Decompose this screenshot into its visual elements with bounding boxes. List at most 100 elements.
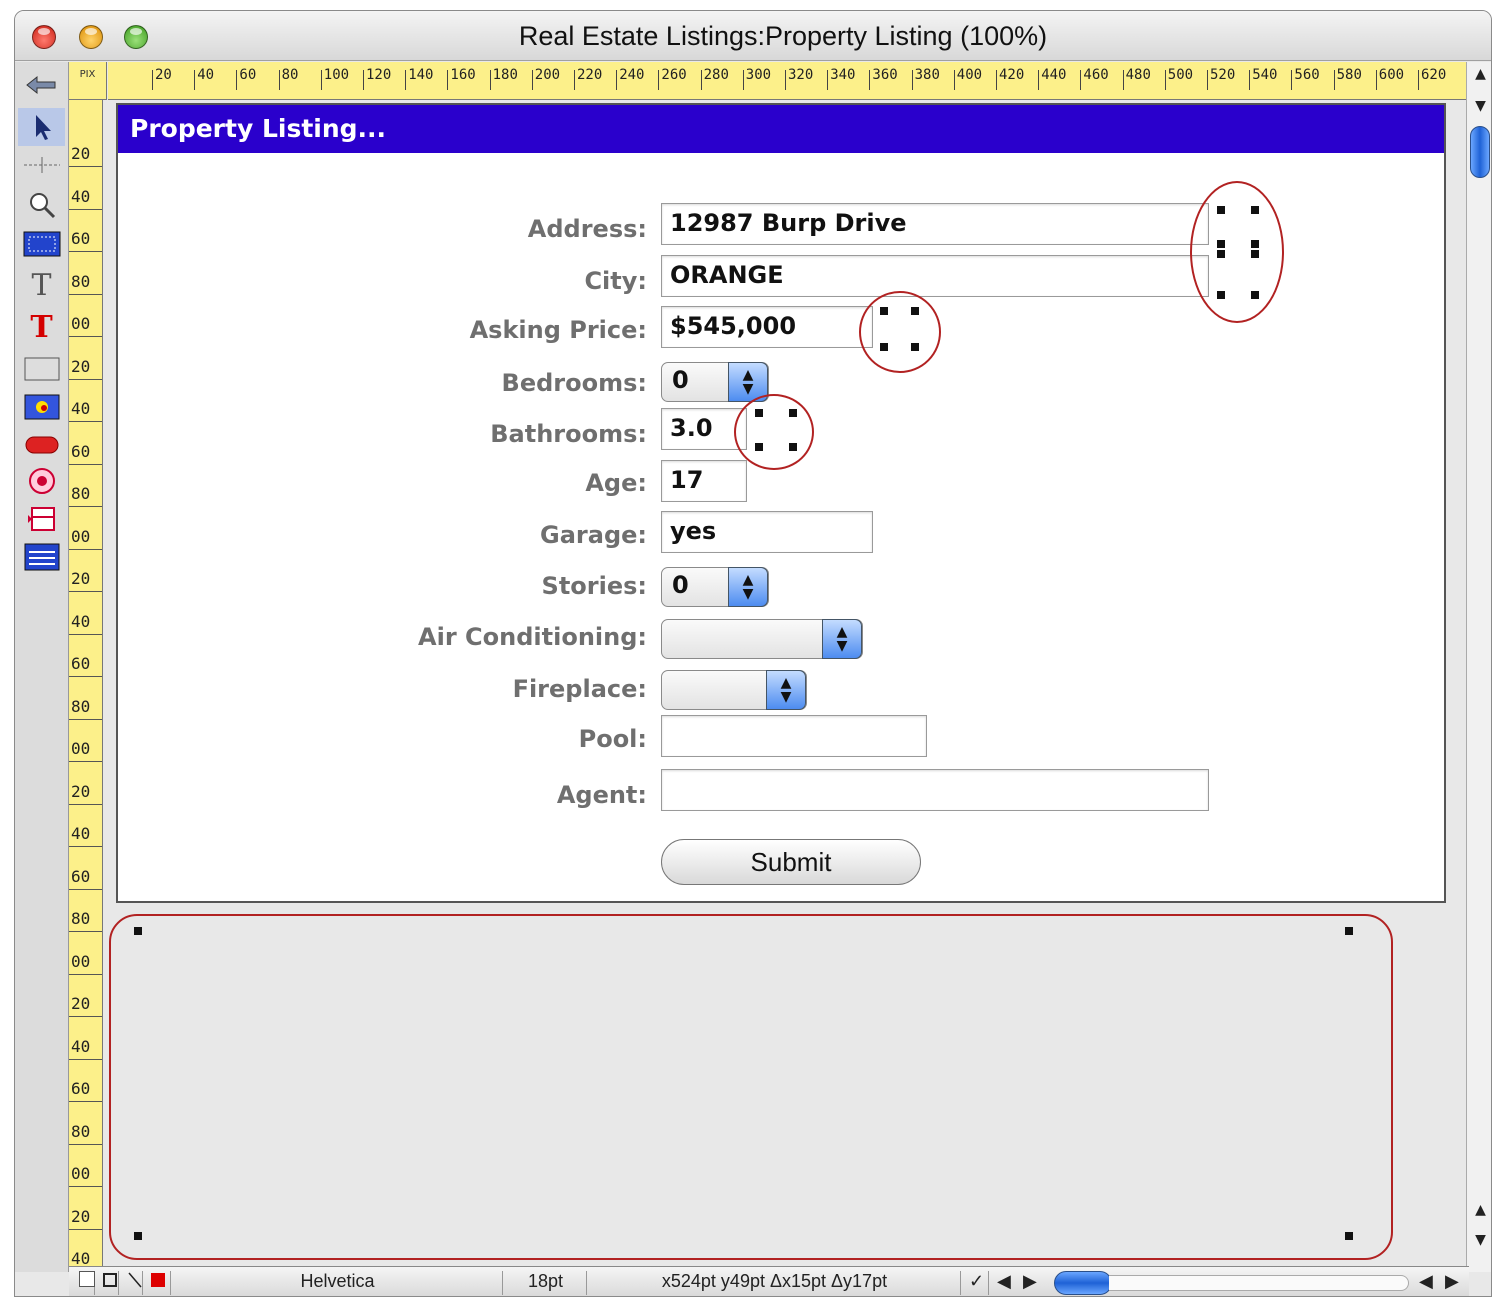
ruler-tick-label: 80: [71, 1121, 91, 1141]
fireplace-popup[interactable]: ▲ ▼: [661, 670, 807, 710]
window: Real Estate Listings:Property Listing (1…: [14, 10, 1492, 1297]
font-size[interactable]: 18pt: [505, 1271, 587, 1295]
popup-menu-tool-icon[interactable]: [18, 500, 65, 538]
scroll-left-icon[interactable]: ◀: [1413, 1271, 1439, 1295]
flash-art-tool-icon[interactable]: [18, 388, 65, 426]
address-field[interactable]: 12987 Burp Drive: [661, 203, 1209, 245]
color-swatch[interactable]: [145, 1271, 171, 1295]
age-field[interactable]: 17: [661, 460, 747, 502]
magnifier-tool-icon[interactable]: [18, 186, 65, 224]
scroll-up-icon[interactable]: ▲: [1467, 66, 1491, 88]
ruler-tick: [236, 70, 238, 90]
address-label: Address:: [527, 215, 647, 243]
agent-field[interactable]: [661, 769, 1209, 811]
ruler-tick-label: 60: [71, 654, 91, 673]
bedrooms-label: Bedrooms:: [501, 369, 647, 397]
ruler-tick-label: 20: [71, 781, 91, 801]
pool-field[interactable]: [661, 715, 927, 757]
arrow-tool-icon[interactable]: [18, 108, 65, 146]
ruler-tick-label: 40: [197, 67, 215, 83]
ruler-tick: [1038, 70, 1040, 90]
ruler-tick: [1333, 70, 1335, 90]
ruler-tick-label: 80: [71, 909, 91, 928]
scroll-down-icon[interactable]: ▼: [1467, 1232, 1491, 1254]
status-bar: Helvetica 18pt x524pt y49pt Δx15pt Δy17p…: [69, 1266, 1469, 1296]
scroll-thumb[interactable]: [1470, 126, 1490, 178]
ruler-tick: [742, 70, 744, 90]
graphics-mode-icon[interactable]: [18, 66, 65, 104]
ruler-tick-label: 220: [577, 67, 603, 83]
asking-price-field[interactable]: $545,000: [661, 306, 873, 348]
data-cell-tool-icon[interactable]: [18, 225, 65, 263]
horizontal-scroll-thumb[interactable]: [1054, 1271, 1112, 1295]
ruler-tick: [69, 1186, 102, 1187]
text-display-tool-icon[interactable]: T: [18, 308, 65, 346]
air-conditioning-popup[interactable]: ▲ ▼: [661, 619, 863, 659]
ruler-tick-label: 600: [1378, 67, 1405, 83]
vertical-scrollbar[interactable]: ▲ ▼ ▲ ▼: [1466, 62, 1491, 1272]
coordinate-readout: x524pt y49pt Δx15pt Δy17pt: [589, 1271, 961, 1295]
ruler-tick: [69, 591, 102, 592]
scroll-left-icon[interactable]: ◀: [991, 1271, 1017, 1295]
scroll-up-icon[interactable]: ▲: [1467, 1202, 1491, 1224]
ruler-tick: [69, 676, 102, 677]
radio-button-tool-icon[interactable]: [18, 462, 65, 500]
air-conditioning-label: Air Conditioning:: [418, 623, 647, 651]
ruler-tick: [1375, 70, 1377, 90]
city-field[interactable]: ORANGE: [661, 255, 1209, 297]
empty-object-outline: [109, 914, 1393, 1260]
line-tool-icon[interactable]: [121, 1271, 143, 1295]
bedrooms-popup[interactable]: 0 ▲ ▼: [661, 362, 769, 402]
ruler-tick: [69, 633, 102, 635]
ruler-tick-label: 40: [71, 611, 91, 631]
ruler-tick: [69, 548, 102, 550]
ruler-tick-label: 40: [71, 1036, 91, 1056]
ruler-tick: [363, 70, 364, 90]
submit-button[interactable]: Submit: [661, 839, 921, 885]
ruler-unit-label[interactable]: PIX: [69, 62, 107, 100]
ruler-tick-label: 580: [1336, 67, 1362, 83]
selection-handle[interactable]: [1345, 1232, 1353, 1240]
stories-popup[interactable]: 0 ▲ ▼: [661, 567, 769, 607]
border-style-icon[interactable]: [97, 1271, 119, 1295]
ruler-tick-label: 20: [155, 67, 172, 83]
text-tool-icon[interactable]: T: [18, 266, 65, 304]
scroll-right-icon[interactable]: ▶: [1017, 1271, 1043, 1295]
selection-handle[interactable]: [1345, 927, 1353, 935]
ruler-tick: [1291, 70, 1293, 90]
ruler-tick: [447, 70, 449, 90]
list-tool-icon[interactable]: [18, 538, 65, 576]
ruler-tick-label: 40: [71, 824, 91, 843]
ruler-tick-label: 60: [71, 866, 91, 886]
ruler-tick: [69, 973, 102, 975]
horizontal-scroll-track[interactable]: [1109, 1275, 1409, 1291]
selection-handle[interactable]: [134, 927, 142, 935]
ruler-tick-label: 320: [788, 67, 814, 83]
font-name[interactable]: Helvetica: [173, 1271, 503, 1295]
ruler-tick-label: 500: [1167, 67, 1194, 83]
ruler-tick-label: 20: [71, 1206, 91, 1226]
selection-handle[interactable]: [134, 1232, 142, 1240]
annotation-circle: [859, 291, 941, 373]
bathrooms-label: Bathrooms:: [490, 420, 647, 448]
scroll-down-icon[interactable]: ▼: [1467, 98, 1491, 120]
ruler-tick-label: 260: [661, 67, 687, 83]
crosshair-tool-icon[interactable]: [18, 146, 65, 184]
scroll-right-icon[interactable]: ▶: [1439, 1271, 1465, 1295]
ruler-tick: [69, 1058, 102, 1060]
ruler-tick: [1164, 70, 1166, 90]
check-icon[interactable]: ✓: [963, 1271, 989, 1295]
ruler-tick: [1249, 70, 1251, 90]
title-bar[interactable]: Real Estate Listings:Property Listing (1…: [15, 11, 1491, 61]
ruler-tick: [1418, 70, 1419, 90]
ruler-tick: [574, 70, 575, 90]
ruler-tick-label: 20: [71, 356, 91, 376]
ruler-tick-label: 340: [830, 67, 856, 83]
ruler-tick-label: 80: [71, 696, 91, 716]
garage-field[interactable]: yes: [661, 511, 873, 553]
stories-value: 0: [672, 571, 689, 599]
ruler-tick: [69, 166, 102, 167]
rectangle-tool-icon[interactable]: [18, 350, 65, 388]
fill-color-swatch[interactable]: [73, 1271, 95, 1295]
button-tool-icon[interactable]: [18, 426, 65, 464]
